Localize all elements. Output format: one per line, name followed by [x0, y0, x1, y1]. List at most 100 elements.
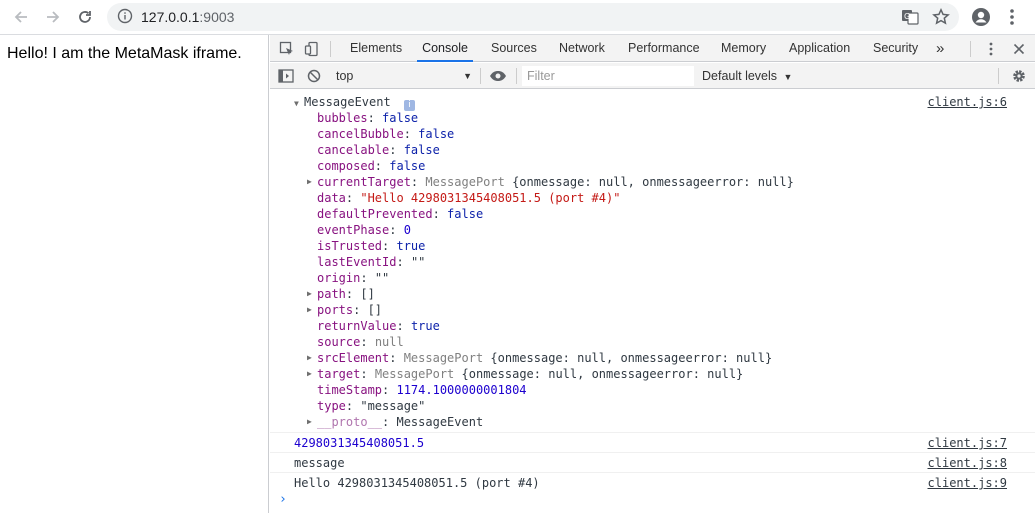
- live-expression-eye-icon[interactable]: [489, 67, 507, 85]
- clear-console-icon[interactable]: [305, 67, 323, 85]
- property-value: null: [374, 335, 404, 349]
- tab-sources[interactable]: Sources: [491, 35, 537, 62]
- property-value: MessageEvent: [396, 415, 484, 429]
- event-property-row: timeStamp: 1174.1000000001804: [270, 382, 1035, 398]
- forward-button[interactable]: [42, 6, 64, 28]
- property-colon: :: [382, 383, 397, 397]
- property-value: false: [382, 111, 419, 125]
- property-colon: :: [353, 303, 368, 317]
- console-message: Hello 4298031345408051.5 (port #4) client…: [270, 472, 1035, 492]
- source-link[interactable]: client.js:8: [928, 453, 1007, 473]
- triangle-right-icon[interactable]: ▶: [307, 174, 317, 190]
- property-key: cancelable: [317, 143, 390, 157]
- event-property-row[interactable]: ▶ path: []: [270, 286, 1035, 302]
- log-levels-label: Default levels: [702, 69, 778, 83]
- bookmark-star-icon[interactable]: [932, 7, 950, 29]
- browser-menu-button[interactable]: [1001, 6, 1023, 28]
- console-settings-gear-icon[interactable]: [1010, 67, 1028, 85]
- tab-application[interactable]: Application: [789, 35, 850, 62]
- source-link[interactable]: client.js:9: [928, 473, 1007, 493]
- translate-icon[interactable]: G: [901, 8, 919, 29]
- log-levels-dropdown[interactable]: Default levels ▼: [702, 66, 792, 86]
- url-port: :9003: [199, 9, 235, 25]
- back-button[interactable]: [10, 6, 32, 28]
- property-value: 1174.1000000001804: [396, 383, 527, 397]
- context-value: top: [336, 69, 354, 83]
- property-value-wrap: : "": [360, 270, 389, 286]
- property-key: eventPhase: [317, 223, 390, 237]
- more-tabs-button[interactable]: »: [936, 35, 944, 62]
- property-key: ports: [317, 303, 354, 317]
- page-viewport: Hello! I am the MetaMask iframe.: [0, 35, 269, 513]
- svg-text:G: G: [904, 12, 910, 21]
- console-prompt[interactable]: ›: [270, 492, 1035, 508]
- sidebar-toggle-icon[interactable]: [277, 67, 295, 85]
- triangle-right-icon[interactable]: ▶: [307, 302, 317, 318]
- property-key: __proto__: [317, 415, 383, 429]
- context-select[interactable]: top ▼: [336, 66, 478, 86]
- property-colon: :: [360, 271, 375, 285]
- device-toolbar-icon[interactable]: [303, 40, 321, 58]
- tab-performance[interactable]: Performance: [628, 35, 700, 62]
- address-bar[interactable]: 127.0.0.1:9003 G: [107, 3, 959, 31]
- property-value-wrap: : MessagePort {onmessage: null, onmessag…: [360, 366, 743, 382]
- message-event-header[interactable]: ▼ MessageEvent i client.js:6: [270, 94, 1035, 111]
- property-value-wrap: : "": [396, 254, 425, 270]
- message-text: 4298031345408051.5: [294, 436, 425, 450]
- property-value-wrap: : false: [433, 206, 484, 222]
- event-property-row: composed: false: [270, 158, 1035, 174]
- property-colon: :: [396, 319, 411, 333]
- reload-icon: [79, 11, 91, 23]
- property-value: "": [410, 255, 426, 269]
- info-icon: i: [398, 94, 415, 111]
- info-icon[interactable]: [117, 8, 133, 27]
- reload-button[interactable]: [74, 6, 96, 28]
- page-body-text: Hello! I am the MetaMask iframe.: [7, 45, 242, 62]
- property-colon: :: [345, 287, 361, 301]
- devtools-tabbar: Elements Console Sources Network Perform…: [270, 35, 1035, 62]
- tab-console[interactable]: Console: [417, 35, 473, 62]
- tab-elements[interactable]: Elements: [350, 35, 402, 62]
- event-property-row[interactable]: ▶ srcElement: MessagePort {onmessage: nul…: [270, 350, 1035, 366]
- event-property-row[interactable]: ▶ ports: []: [270, 302, 1035, 318]
- object-class-name: MessagePort: [374, 367, 455, 381]
- triangle-right-icon[interactable]: ▶: [307, 366, 317, 382]
- console-output: ▼ MessageEvent i client.js:6 bubbles: fa…: [270, 90, 1035, 513]
- triangle-right-icon[interactable]: ▶: [307, 350, 317, 366]
- property-colon: :: [360, 367, 375, 381]
- event-property-row: isTrusted: true: [270, 238, 1035, 254]
- event-property-row[interactable]: ▶ __proto__: MessageEvent: [270, 414, 1035, 430]
- property-colon: :: [345, 191, 361, 205]
- object-preview: {onmessage: null, onmessageerror: null}: [504, 175, 794, 189]
- console-filter-input[interactable]: [522, 66, 694, 86]
- source-link[interactable]: client.js:7: [928, 433, 1007, 453]
- property-value: "Hello 4298031345408051.5 (port #4)": [360, 191, 621, 205]
- property-value: false: [389, 159, 426, 173]
- tab-security[interactable]: Security: [873, 35, 918, 62]
- inspect-element-icon[interactable]: [278, 40, 296, 58]
- chevron-down-icon: ▼: [783, 72, 793, 82]
- close-icon[interactable]: [1010, 40, 1028, 58]
- property-colon: :: [360, 335, 375, 349]
- property-key: defaultPrevented: [317, 207, 433, 221]
- property-value-wrap: : false: [368, 110, 419, 126]
- event-label: MessageEvent: [304, 95, 391, 109]
- tab-network[interactable]: Network: [559, 35, 605, 62]
- property-key: isTrusted: [317, 239, 383, 253]
- source-link[interactable]: client.js:6: [928, 94, 1007, 110]
- property-key: bubbles: [317, 111, 368, 125]
- event-property-row: defaultPrevented: false: [270, 206, 1035, 222]
- property-colon: :: [345, 399, 361, 413]
- event-property-row[interactable]: ▶ currentTarget: MessagePort {onmessage: …: [270, 174, 1035, 190]
- property-value: false: [403, 143, 440, 157]
- kebab-menu-icon: [1010, 9, 1014, 25]
- triangle-right-icon[interactable]: ▶: [307, 286, 317, 302]
- event-property-row[interactable]: ▶ target: MessagePort {onmessage: null, o…: [270, 366, 1035, 382]
- property-colon: :: [389, 223, 404, 237]
- triangle-right-icon[interactable]: ▶: [307, 414, 317, 430]
- property-value-wrap: : false: [389, 142, 440, 158]
- profile-button[interactable]: [970, 6, 992, 28]
- devtools-menu-icon[interactable]: [982, 40, 1000, 58]
- tab-memory[interactable]: Memory: [721, 35, 766, 62]
- arrow-left-icon: [14, 11, 27, 23]
